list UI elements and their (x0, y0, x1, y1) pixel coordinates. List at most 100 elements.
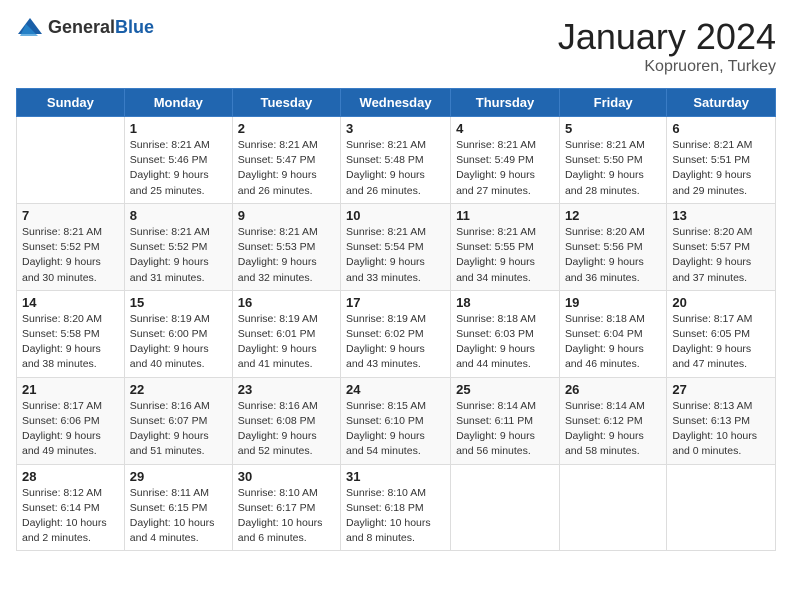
page-header: GeneralBlue January 2024 Kopruoren, Turk… (16, 16, 776, 76)
day-number: 11 (456, 208, 554, 223)
calendar-cell: 28 Sunrise: 8:12 AMSunset: 6:14 PMDayligh… (17, 464, 125, 551)
calendar-cell (17, 117, 125, 204)
day-of-week-header: Wednesday (341, 89, 451, 117)
day-number: 24 (346, 382, 445, 397)
calendar-cell (451, 464, 560, 551)
calendar-cell: 13Sunrise: 8:20 AMSunset: 5:57 PMDayligh… (667, 203, 776, 290)
day-info: Sunrise: 8:19 AMSunset: 6:01 PMDaylight:… (238, 312, 335, 373)
day-number: 15 (130, 295, 227, 310)
day-of-week-header: Saturday (667, 89, 776, 117)
day-number: 19 (565, 295, 661, 310)
calendar-cell: 30 Sunrise: 8:10 AMSunset: 6:17 PMDayligh… (232, 464, 340, 551)
calendar-cell: 1 Sunrise: 8:21 AMSunset: 5:46 PMDaylight… (124, 117, 232, 204)
calendar-week-row: 21 Sunrise: 8:17 AMSunset: 6:06 PMDayligh… (17, 377, 776, 464)
calendar-cell: 14 Sunrise: 8:20 AMSunset: 5:58 PMDayligh… (17, 290, 125, 377)
day-number: 23 (238, 382, 335, 397)
day-info: Sunrise: 8:21 AMSunset: 5:52 PMDaylight:… (130, 225, 227, 286)
day-number: 7 (22, 208, 119, 223)
day-info: Sunrise: 8:21 AMSunset: 5:49 PMDaylight:… (456, 138, 554, 199)
calendar-cell: 29 Sunrise: 8:11 AMSunset: 6:15 PMDayligh… (124, 464, 232, 551)
day-number: 27 (672, 382, 770, 397)
day-number: 29 (130, 469, 227, 484)
day-number: 12 (565, 208, 661, 223)
day-info: Sunrise: 8:20 AMSunset: 5:56 PMDaylight:… (565, 225, 661, 286)
day-number: 25 (456, 382, 554, 397)
day-info: Sunrise: 8:21 AMSunset: 5:47 PMDaylight:… (238, 138, 335, 199)
day-info: Sunrise: 8:11 AMSunset: 6:15 PMDaylight:… (130, 486, 227, 547)
calendar-cell: 6Sunrise: 8:21 AMSunset: 5:51 PMDaylight… (667, 117, 776, 204)
logo-text-blue: Blue (115, 17, 154, 37)
calendar-cell: 18 Sunrise: 8:18 AMSunset: 6:03 PMDayligh… (451, 290, 560, 377)
day-of-week-header: Monday (124, 89, 232, 117)
day-number: 16 (238, 295, 335, 310)
day-info: Sunrise: 8:14 AMSunset: 6:12 PMDaylight:… (565, 399, 661, 460)
day-info: Sunrise: 8:19 AMSunset: 6:02 PMDaylight:… (346, 312, 445, 373)
day-info: Sunrise: 8:20 AMSunset: 5:58 PMDaylight:… (22, 312, 119, 373)
day-info: Sunrise: 8:13 AMSunset: 6:13 PMDaylight:… (672, 399, 770, 460)
calendar-cell: 4 Sunrise: 8:21 AMSunset: 5:49 PMDaylight… (451, 117, 560, 204)
calendar-cell: 11 Sunrise: 8:21 AMSunset: 5:55 PMDayligh… (451, 203, 560, 290)
calendar-cell: 17 Sunrise: 8:19 AMSunset: 6:02 PMDayligh… (341, 290, 451, 377)
calendar-cell: 21 Sunrise: 8:17 AMSunset: 6:06 PMDayligh… (17, 377, 125, 464)
day-info: Sunrise: 8:16 AMSunset: 6:07 PMDaylight:… (130, 399, 227, 460)
calendar-cell (559, 464, 666, 551)
day-info: Sunrise: 8:21 AMSunset: 5:50 PMDaylight:… (565, 138, 661, 199)
day-info: Sunrise: 8:19 AMSunset: 6:00 PMDaylight:… (130, 312, 227, 373)
day-number: 28 (22, 469, 119, 484)
calendar-cell: 9 Sunrise: 8:21 AMSunset: 5:53 PMDaylight… (232, 203, 340, 290)
calendar-cell: 12 Sunrise: 8:20 AMSunset: 5:56 PMDayligh… (559, 203, 666, 290)
calendar-week-row: 14 Sunrise: 8:20 AMSunset: 5:58 PMDayligh… (17, 290, 776, 377)
logo-text-general: General (48, 17, 115, 37)
day-of-week-header: Sunday (17, 89, 125, 117)
day-number: 4 (456, 121, 554, 136)
day-info: Sunrise: 8:21 AMSunset: 5:55 PMDaylight:… (456, 225, 554, 286)
day-number: 18 (456, 295, 554, 310)
day-number: 30 (238, 469, 335, 484)
month-title: January 2024 (558, 16, 776, 58)
day-of-week-header: Friday (559, 89, 666, 117)
logo: GeneralBlue (16, 16, 154, 38)
day-number: 3 (346, 121, 445, 136)
day-of-week-header: Thursday (451, 89, 560, 117)
calendar-header: SundayMondayTuesdayWednesdayThursdayFrid… (17, 89, 776, 117)
day-info: Sunrise: 8:21 AMSunset: 5:54 PMDaylight:… (346, 225, 445, 286)
calendar-week-row: 28 Sunrise: 8:12 AMSunset: 6:14 PMDayligh… (17, 464, 776, 551)
calendar-cell (667, 464, 776, 551)
calendar-cell: 24 Sunrise: 8:15 AMSunset: 6:10 PMDayligh… (341, 377, 451, 464)
day-info: Sunrise: 8:21 AMSunset: 5:46 PMDaylight:… (130, 138, 227, 199)
day-number: 26 (565, 382, 661, 397)
calendar-cell: 7 Sunrise: 8:21 AMSunset: 5:52 PMDaylight… (17, 203, 125, 290)
day-info: Sunrise: 8:12 AMSunset: 6:14 PMDaylight:… (22, 486, 119, 547)
calendar-cell: 22 Sunrise: 8:16 AMSunset: 6:07 PMDayligh… (124, 377, 232, 464)
day-number: 8 (130, 208, 227, 223)
calendar-cell: 31Sunrise: 8:10 AMSunset: 6:18 PMDayligh… (341, 464, 451, 551)
day-number: 9 (238, 208, 335, 223)
day-number: 21 (22, 382, 119, 397)
day-number: 1 (130, 121, 227, 136)
day-info: Sunrise: 8:21 AMSunset: 5:53 PMDaylight:… (238, 225, 335, 286)
calendar-cell: 8 Sunrise: 8:21 AMSunset: 5:52 PMDaylight… (124, 203, 232, 290)
days-of-week-row: SundayMondayTuesdayWednesdayThursdayFrid… (17, 89, 776, 117)
day-number: 5 (565, 121, 661, 136)
day-info: Sunrise: 8:21 AMSunset: 5:51 PMDaylight:… (672, 138, 770, 199)
day-number: 22 (130, 382, 227, 397)
calendar-cell: 19Sunrise: 8:18 AMSunset: 6:04 PMDayligh… (559, 290, 666, 377)
day-number: 14 (22, 295, 119, 310)
day-info: Sunrise: 8:21 AMSunset: 5:52 PMDaylight:… (22, 225, 119, 286)
calendar-table: SundayMondayTuesdayWednesdayThursdayFrid… (16, 88, 776, 551)
calendar-body: 1 Sunrise: 8:21 AMSunset: 5:46 PMDaylight… (17, 117, 776, 551)
day-number: 31 (346, 469, 445, 484)
day-info: Sunrise: 8:20 AMSunset: 5:57 PMDaylight:… (672, 225, 770, 286)
calendar-cell: 26 Sunrise: 8:14 AMSunset: 6:12 PMDayligh… (559, 377, 666, 464)
day-info: Sunrise: 8:15 AMSunset: 6:10 PMDaylight:… (346, 399, 445, 460)
day-info: Sunrise: 8:18 AMSunset: 6:03 PMDaylight:… (456, 312, 554, 373)
day-info: Sunrise: 8:16 AMSunset: 6:08 PMDaylight:… (238, 399, 335, 460)
calendar-cell: 2Sunrise: 8:21 AMSunset: 5:47 PMDaylight… (232, 117, 340, 204)
calendar-cell: 16 Sunrise: 8:19 AMSunset: 6:01 PMDayligh… (232, 290, 340, 377)
day-info: Sunrise: 8:10 AMSunset: 6:17 PMDaylight:… (238, 486, 335, 547)
day-info: Sunrise: 8:17 AMSunset: 6:05 PMDaylight:… (672, 312, 770, 373)
day-number: 10 (346, 208, 445, 223)
day-info: Sunrise: 8:17 AMSunset: 6:06 PMDaylight:… (22, 399, 119, 460)
calendar-cell: 25Sunrise: 8:14 AMSunset: 6:11 PMDayligh… (451, 377, 560, 464)
day-number: 17 (346, 295, 445, 310)
